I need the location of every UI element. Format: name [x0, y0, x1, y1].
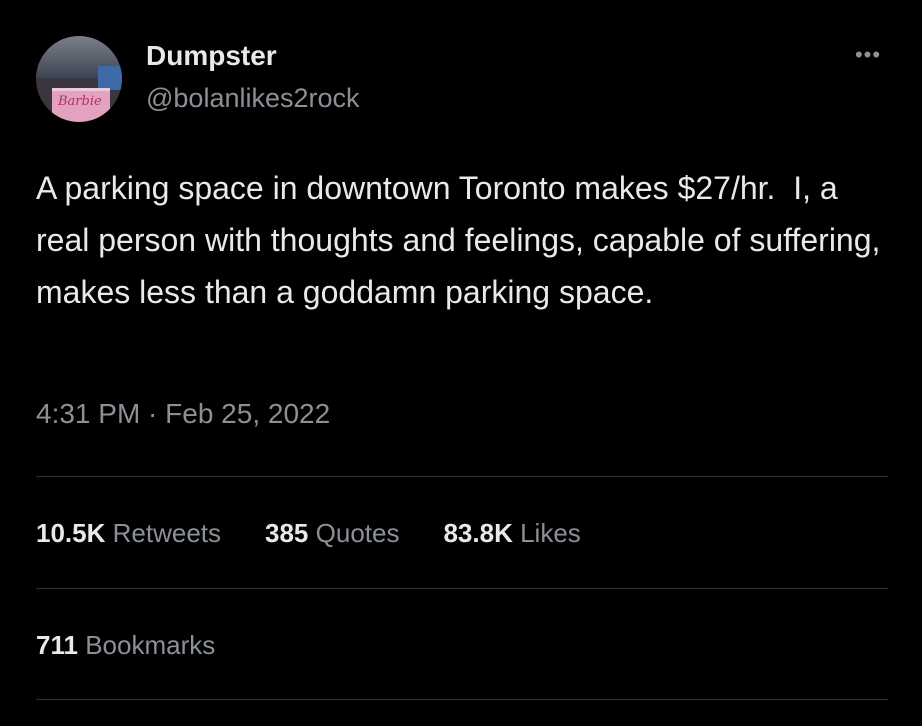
- retweets-stat[interactable]: 10.5K Retweets: [36, 518, 221, 549]
- more-icon[interactable]: •••: [848, 40, 888, 70]
- retweets-label: Retweets: [112, 517, 222, 548]
- divider: [36, 588, 888, 589]
- quotes-count: 385: [265, 517, 309, 548]
- likes-stat[interactable]: 83.8K Likes: [443, 518, 580, 549]
- author-display-name[interactable]: Dumpster: [146, 40, 277, 72]
- retweets-count: 10.5K: [36, 517, 106, 548]
- likes-label: Likes: [520, 517, 581, 548]
- tweet-card: Barbie Dumpster @bolanlikes2rock ••• A p…: [0, 0, 922, 726]
- quotes-stat[interactable]: 385 Quotes: [265, 518, 399, 549]
- bookmarks-stats: 711 Bookmarks: [36, 623, 259, 667]
- bookmarks-count: 711: [36, 629, 78, 660]
- avatar-logo-text: Barbie: [58, 94, 102, 109]
- tweet-text: A parking space in downtown Toronto make…: [36, 170, 890, 310]
- quotes-label: Quotes: [315, 517, 400, 548]
- engagement-stats: 10.5K Retweets 385 Quotes 83.8K Likes: [36, 511, 625, 555]
- bookmarks-stat[interactable]: 711 Bookmarks: [36, 630, 215, 661]
- divider: [36, 699, 888, 700]
- tweet-timestamp[interactable]: 4:31 PM · Feb 25, 2022: [36, 398, 330, 430]
- bookmarks-label: Bookmarks: [85, 629, 216, 660]
- divider: [36, 476, 888, 477]
- likes-count: 83.8K: [443, 517, 513, 548]
- author-handle[interactable]: @bolanlikes2rock: [146, 83, 360, 114]
- avatar-detail: [98, 66, 122, 90]
- avatar[interactable]: Barbie: [36, 36, 122, 122]
